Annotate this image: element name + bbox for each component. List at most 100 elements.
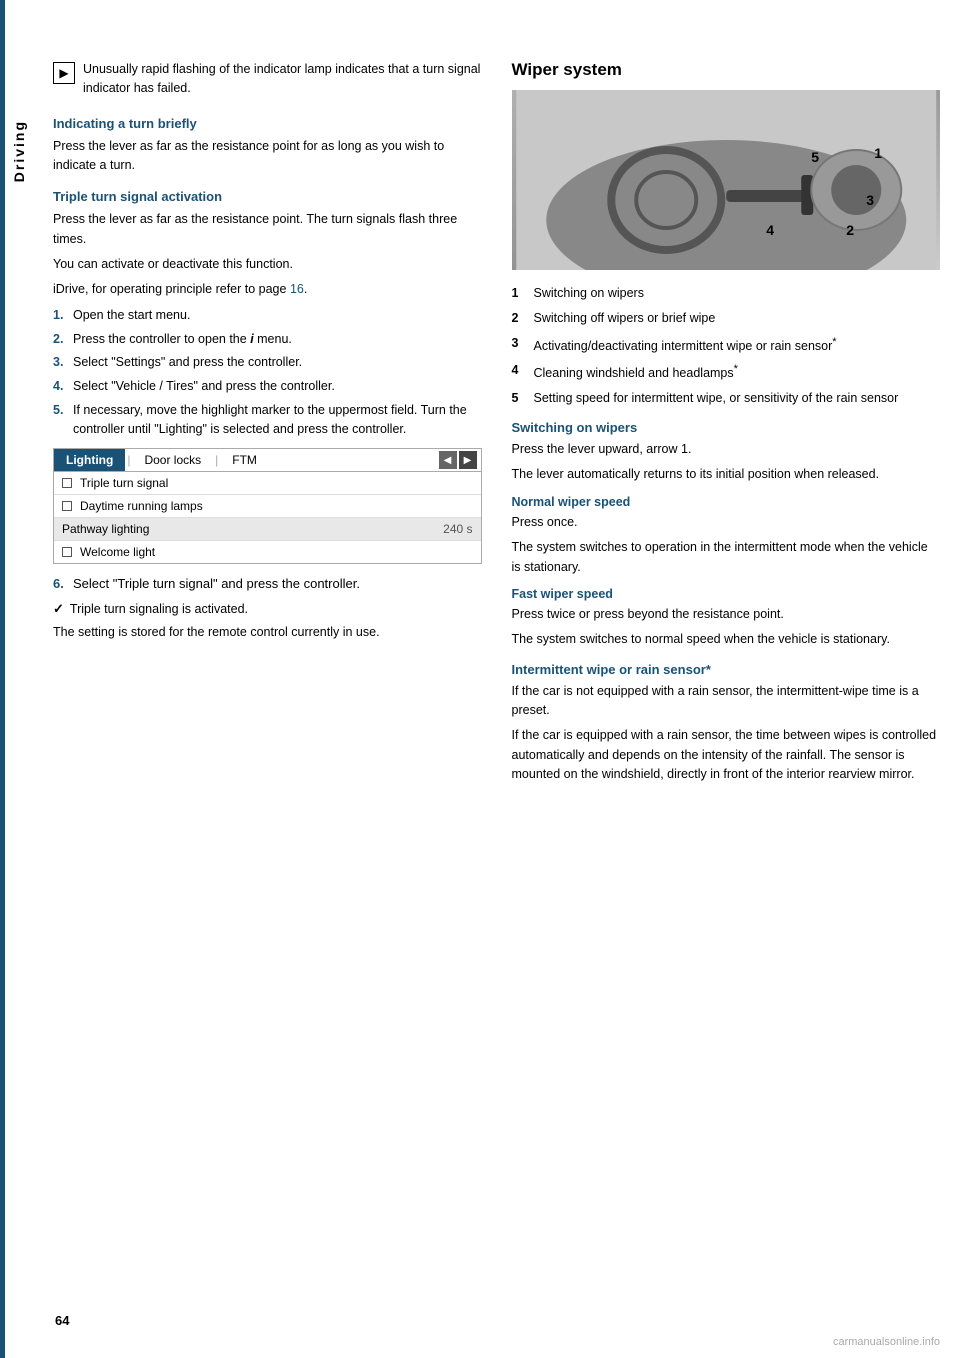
- steps-list: 1. Open the start menu. 2. Press the con…: [53, 306, 482, 439]
- notice-icon: ▶: [53, 62, 75, 84]
- normal-speed-body1: Press once.: [512, 513, 941, 532]
- step-1: 1. Open the start menu.: [53, 306, 482, 325]
- tab-doorlocks[interactable]: Door locks: [132, 449, 213, 471]
- page-number: 64: [55, 1313, 69, 1328]
- step6-container: 6. Select "Triple turn signal" and press…: [53, 576, 482, 591]
- fast-speed-body1: Press twice or press beyond the resistan…: [512, 605, 941, 624]
- step-3-num: 3.: [53, 353, 67, 372]
- idrive-menu: Lighting | Door locks | FTM ◀ ▶ Triple t…: [53, 448, 482, 564]
- side-tab-label: Driving: [11, 120, 27, 182]
- checkmark-line: ✓ Triple turn signaling is activated.: [53, 601, 482, 617]
- wiper-item-2-text: Switching off wipers or brief wipe: [534, 309, 716, 328]
- switching-on-heading: Switching on wipers: [512, 420, 941, 435]
- notice-box: ▶ Unusually rapid flashing of the indica…: [53, 60, 482, 98]
- tab-lighting[interactable]: Lighting: [54, 449, 125, 471]
- wiper-num-4: 4: [512, 361, 526, 383]
- wiper-image: 5 1 2 4 3: [512, 90, 941, 270]
- step-2-num: 2.: [53, 330, 67, 349]
- wiper-items-list: 1 Switching on wipers 2 Switching off wi…: [512, 284, 941, 408]
- row-daytime: Daytime running lamps: [54, 495, 481, 518]
- step-1-num: 1.: [53, 306, 67, 325]
- left-column: ▶ Unusually rapid flashing of the indica…: [53, 60, 482, 1318]
- svg-text:3: 3: [866, 192, 874, 208]
- intermittent-body2: If the car is equipped with a rain senso…: [512, 726, 941, 784]
- section2-body3-suffix: .: [304, 282, 307, 296]
- side-tab: Driving: [5, 0, 33, 1358]
- right-column: Wiper system: [512, 60, 941, 1318]
- idrive-header: Lighting | Door locks | FTM ◀ ▶: [54, 449, 481, 472]
- tab-ftm[interactable]: FTM: [220, 449, 269, 471]
- checkmark-icon: ✓: [53, 601, 64, 617]
- wiper-num-5: 5: [512, 389, 526, 408]
- row-daytime-label: Daytime running lamps: [80, 499, 203, 513]
- wiper-title: Wiper system: [512, 60, 941, 80]
- wiper-image-inner: 5 1 2 4 3: [512, 90, 941, 270]
- step-3-text: Select "Settings" and press the controll…: [73, 353, 302, 372]
- section2-body3: iDrive, for operating principle refer to…: [53, 280, 482, 299]
- section2-body3-prefix: iDrive, for operating principle refer to…: [53, 282, 286, 296]
- switching-on-body1: Press the lever upward, arrow 1.: [512, 440, 941, 459]
- intermittent-heading-text: Intermittent wipe or rain sensor*: [512, 662, 711, 677]
- step-4-num: 4.: [53, 377, 67, 396]
- fast-speed-heading: Fast wiper speed: [512, 587, 941, 601]
- checkbox-welcome[interactable]: [62, 547, 72, 557]
- watermark: carmanualsonline.info: [833, 1336, 940, 1348]
- wiper-num-2: 2: [512, 309, 526, 328]
- nav-right-icon[interactable]: ▶: [459, 451, 477, 469]
- step-1-text: Open the start menu.: [73, 306, 190, 325]
- step-4: 4. Select "Vehicle / Tires" and press th…: [53, 377, 482, 396]
- intermittent-body1: If the car is not equipped with a rain s…: [512, 682, 941, 721]
- notice-text: Unusually rapid flashing of the indicato…: [83, 60, 482, 98]
- fast-speed-body2: The system switches to normal speed when…: [512, 630, 941, 649]
- step-5-num: 5.: [53, 401, 67, 439]
- wiper-item-2: 2 Switching off wipers or brief wipe: [512, 309, 941, 328]
- row-pathway-value: 240 s: [443, 522, 472, 536]
- step-6: 6. Select "Triple turn signal" and press…: [53, 576, 482, 591]
- switching-on-body2: The lever automatically returns to its i…: [512, 465, 941, 484]
- wiper-item-3: 3 Activating/deactivating intermittent w…: [512, 334, 941, 356]
- normal-speed-heading: Normal wiper speed: [512, 495, 941, 509]
- intermittent-heading: Intermittent wipe or rain sensor*: [512, 662, 941, 677]
- svg-text:4: 4: [766, 222, 774, 238]
- step-2: 2. Press the controller to open the i me…: [53, 330, 482, 349]
- checkmark-text: Triple turn signaling is activated.: [70, 602, 248, 616]
- section-heading-turn-briefly: Indicating a turn briefly: [53, 116, 482, 131]
- svg-text:5: 5: [811, 149, 819, 165]
- step-2-text: Press the controller to open the i menu.: [73, 330, 292, 349]
- row-pathway: Pathway lighting 240 s: [54, 518, 481, 541]
- footer-text: The setting is stored for the remote con…: [53, 623, 482, 642]
- wiper-svg: 5 1 2 4 3: [512, 90, 941, 270]
- section2-body1: Press the lever as far as the resistance…: [53, 210, 482, 249]
- wiper-num-3: 3: [512, 334, 526, 356]
- wiper-num-1: 1: [512, 284, 526, 303]
- step-6-num: 6.: [53, 576, 67, 591]
- wiper-item-4-text: Cleaning windshield and headlamps*: [534, 361, 738, 383]
- section1-body: Press the lever as far as the resistance…: [53, 137, 482, 176]
- row-triple-label: Triple turn signal: [80, 476, 168, 490]
- main-content: ▶ Unusually rapid flashing of the indica…: [33, 0, 960, 1358]
- step-6-text: Select "Triple turn signal" and press th…: [73, 576, 360, 591]
- tab-icons: ◀ ▶: [439, 451, 481, 469]
- row-welcome: Welcome light: [54, 541, 481, 563]
- checkbox-triple[interactable]: [62, 478, 72, 488]
- step-4-text: Select "Vehicle / Tires" and press the c…: [73, 377, 335, 396]
- wiper-item-5-text: Setting speed for intermittent wipe, or …: [534, 389, 899, 408]
- wiper-item-1: 1 Switching on wipers: [512, 284, 941, 303]
- nav-left-icon[interactable]: ◀: [439, 451, 457, 469]
- row-welcome-label: Welcome light: [80, 545, 155, 559]
- step-5: 5. If necessary, move the highlight mark…: [53, 401, 482, 439]
- wiper-item-3-text: Activating/deactivating intermittent wip…: [534, 334, 837, 356]
- page-link[interactable]: 16: [290, 282, 304, 296]
- wiper-item-5: 5 Setting speed for intermittent wipe, o…: [512, 389, 941, 408]
- wiper-item-1-text: Switching on wipers: [534, 284, 644, 303]
- normal-speed-body2: The system switches to operation in the …: [512, 538, 941, 577]
- wiper-item-4: 4 Cleaning windshield and headlamps*: [512, 361, 941, 383]
- checkbox-daytime[interactable]: [62, 501, 72, 511]
- row-triple-turn: Triple turn signal: [54, 472, 481, 495]
- step-3: 3. Select "Settings" and press the contr…: [53, 353, 482, 372]
- section2-body2: You can activate or deactivate this func…: [53, 255, 482, 274]
- step-5-text: If necessary, move the highlight marker …: [73, 401, 482, 439]
- row-pathway-label: Pathway lighting: [62, 522, 149, 536]
- section-heading-triple: Triple turn signal activation: [53, 189, 482, 204]
- svg-text:2: 2: [846, 222, 854, 238]
